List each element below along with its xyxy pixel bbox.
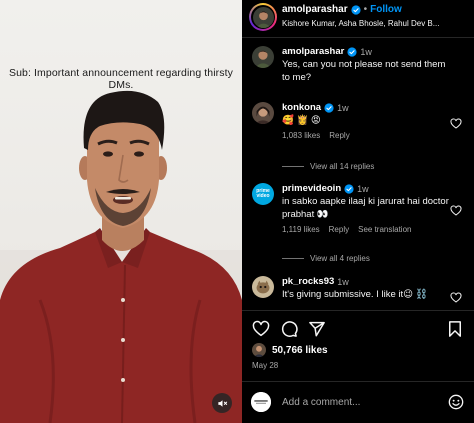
video-person xyxy=(0,90,242,423)
comment-text: It's giving submissive. I like it😉 ⛓️ xyxy=(282,289,428,300)
commenter-username[interactable]: pk_rocks93 xyxy=(282,276,334,287)
current-user-avatar xyxy=(251,392,271,412)
caption-text: Yes, can you not please not send them to… xyxy=(282,59,446,83)
liker-avatar xyxy=(252,343,266,357)
post-action-bar xyxy=(242,310,474,346)
verified-badge-icon xyxy=(351,4,361,15)
emoji-picker-icon[interactable] xyxy=(448,394,464,410)
comment-time: 1w xyxy=(357,183,369,194)
commenter-username[interactable]: konkona xyxy=(282,102,321,113)
reply-line-divider xyxy=(282,258,304,259)
reply-button[interactable]: Reply xyxy=(329,131,349,140)
caption-time: 1w xyxy=(360,46,372,57)
reply-line-divider xyxy=(282,166,304,167)
commenter-photo xyxy=(252,102,274,124)
post-header: amolparashar • Follow Kishore Kumar, Ash… xyxy=(242,0,474,38)
like-heart-icon[interactable] xyxy=(252,320,270,338)
comment-likes[interactable]: 1,119 likes xyxy=(282,225,320,234)
comment-text: in sabko aapke ilaaj ki jarurat hai doct… xyxy=(282,196,449,220)
liker-photo xyxy=(252,343,266,357)
likes-row: 50,766 likes xyxy=(252,343,328,357)
commenter-photo xyxy=(252,276,274,298)
speaker-muted-icon xyxy=(217,399,227,407)
author-username[interactable]: amolparashar xyxy=(282,4,348,15)
author-photo xyxy=(252,46,274,68)
follow-button[interactable]: Follow xyxy=(370,4,402,15)
commenter-avatar[interactable] xyxy=(252,276,274,298)
commenter-avatar[interactable] xyxy=(252,102,274,124)
like-comment-heart-icon[interactable] xyxy=(450,292,462,304)
post-panel: amolparashar • Follow Kishore Kumar, Ash… xyxy=(242,0,474,423)
reel-video[interactable]: Sub: Important announcement regarding th… xyxy=(0,0,242,423)
comment-text: 🥰 👸 😡 xyxy=(282,115,321,126)
caption-avatar[interactable] xyxy=(252,46,274,68)
comment-likes[interactable]: 1,083 likes xyxy=(282,131,320,140)
like-comment-heart-icon[interactable] xyxy=(450,205,462,217)
like-comment-heart-icon[interactable] xyxy=(450,118,462,130)
audio-track[interactable]: Kishore Kumar, Asha Bhosle, Rahul Dev B.… xyxy=(282,19,472,28)
comment-time: 1w xyxy=(337,102,349,113)
prime-video-logo: prime video xyxy=(256,188,270,199)
mute-button[interactable] xyxy=(212,393,232,413)
add-comment-bar xyxy=(242,381,474,423)
author-photo xyxy=(252,6,274,28)
comment-time: 1w xyxy=(337,276,349,287)
view-replies-konkona[interactable]: View all 14 replies xyxy=(282,162,374,171)
separator-dot: • xyxy=(363,4,368,15)
see-translation-link[interactable]: See translation xyxy=(358,225,411,234)
author-avatar[interactable] xyxy=(249,3,277,31)
post-date: May 28 xyxy=(252,361,279,370)
view-replies-label[interactable]: View all 14 replies xyxy=(310,162,374,171)
add-comment-input[interactable] xyxy=(282,394,432,410)
commenter-username[interactable]: primevideoin xyxy=(282,183,341,194)
save-bookmark-icon[interactable] xyxy=(446,320,464,338)
verified-badge-icon xyxy=(347,46,357,57)
reply-button[interactable]: Reply xyxy=(329,225,349,234)
share-paper-plane-icon[interactable] xyxy=(308,320,326,338)
post-likes-count[interactable]: 50,766 likes xyxy=(272,345,328,356)
comment-bubble-icon[interactable] xyxy=(280,320,298,338)
current-user-photo xyxy=(251,392,271,412)
commenter-avatar[interactable]: prime video xyxy=(252,183,274,205)
view-replies-label[interactable]: View all 4 replies xyxy=(310,254,370,263)
caption-username[interactable]: amolparashar xyxy=(282,46,344,57)
verified-badge-icon xyxy=(324,102,334,113)
verified-badge-icon xyxy=(344,183,354,194)
view-replies-primevideoin[interactable]: View all 4 replies xyxy=(282,254,370,263)
